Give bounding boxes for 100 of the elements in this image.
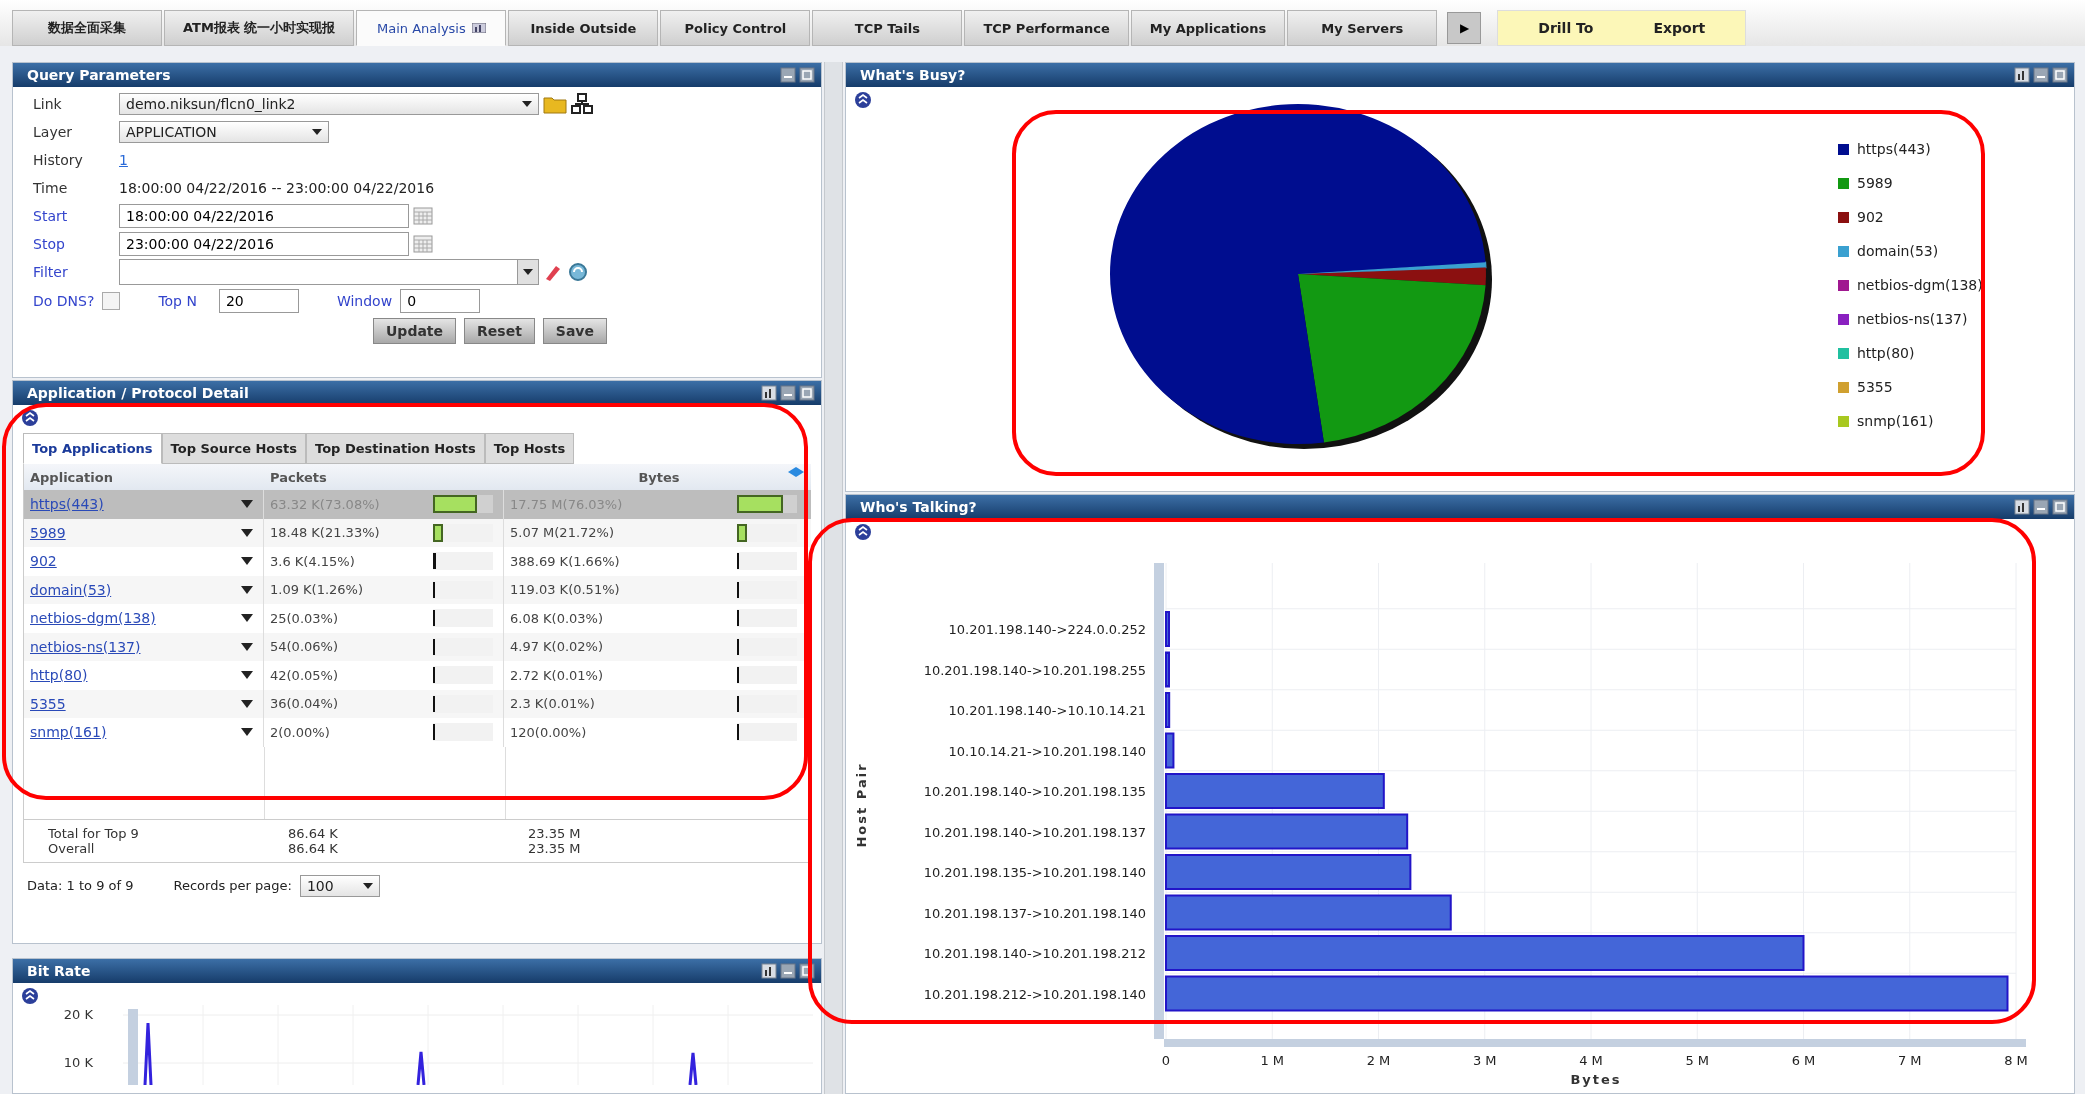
time-range: 18:00:00 04/22/2016 -- 23:00:00 04/22/2016 <box>119 179 435 196</box>
stop-field[interactable]: 23:00:00 04/22/2016 <box>119 231 409 256</box>
axis-tick-label: 10 K <box>63 1055 93 1070</box>
chart-icon <box>471 23 486 33</box>
application-link[interactable]: 902 <box>30 553 57 570</box>
table-cell: 18.48 K(21.33%) <box>270 525 380 541</box>
caret-icon <box>312 128 322 135</box>
minimize-icon[interactable] <box>2033 499 2049 515</box>
bar <box>1165 611 1170 647</box>
collapse-icon[interactable] <box>854 91 872 109</box>
navigation-tab[interactable]: TCP Tails <box>812 10 963 46</box>
application-link[interactable]: snmp(161) <box>30 724 107 741</box>
chart-icon[interactable] <box>2014 499 2030 515</box>
table-tab[interactable]: Top Applications <box>23 433 162 464</box>
axis-category-label: 10.201.198.135->10.201.198.140 <box>923 865 1146 880</box>
table-tab[interactable]: Top Hosts <box>484 433 575 464</box>
panel-title: Application / Protocol Detail <box>27 385 249 401</box>
collapse-icon[interactable] <box>21 987 39 1005</box>
table-cell: 25(0.03%) <box>270 610 338 626</box>
caret-icon[interactable] <box>241 614 253 623</box>
table-cell: 3.6 K(4.15%) <box>270 553 355 569</box>
form-button[interactable]: Reset <box>464 318 535 344</box>
navigation-tab[interactable]: Policy Control <box>660 10 811 46</box>
chart-icon[interactable] <box>761 963 777 979</box>
application-link[interactable]: 5355 <box>30 695 66 712</box>
navigation-tab[interactable]: 数据全面采集 <box>12 10 162 46</box>
caret-icon[interactable] <box>241 699 253 708</box>
table-tab[interactable]: Top Destination Hosts <box>306 433 485 464</box>
link-dropdown[interactable]: demo.niksun/flcn0_link2 <box>119 92 539 115</box>
navigation-tab[interactable]: TCP Performance <box>964 10 1129 46</box>
axis-tick-label: 8 M <box>2004 1053 2028 1068</box>
table-row[interactable]: 5989 18.48 K(21.33%) 5.07 M(21.72%) <box>24 518 811 547</box>
chart-icon[interactable] <box>2014 67 2030 83</box>
axis-tick-label: 7 M <box>1897 1053 1922 1068</box>
legend-label: 5355 <box>1857 379 1893 395</box>
maximize-icon[interactable] <box>799 385 815 401</box>
sort-icon[interactable] <box>787 466 805 478</box>
scroll-tabs-button[interactable]: ▶ <box>1447 12 1482 44</box>
application-link[interactable]: domain(53) <box>30 581 112 598</box>
panel-title: Query Parameters <box>27 67 171 83</box>
navigation-tab[interactable]: My Applications <box>1130 10 1286 46</box>
minimize-icon[interactable] <box>2033 67 2049 83</box>
axis-category-label: 10.201.198.140->10.201.198.212 <box>923 946 1146 961</box>
history-link[interactable]: 1 <box>119 151 128 168</box>
minimize-icon[interactable] <box>780 67 796 83</box>
table-cell: 119.03 K(0.51%) <box>510 582 620 598</box>
per-page-dropdown[interactable]: 100 <box>299 874 380 897</box>
axis-category-label: 10.201.198.137->10.201.198.140 <box>923 905 1146 921</box>
application-link[interactable]: netbios-ns(137) <box>30 638 141 655</box>
total-label: Overall <box>47 840 96 856</box>
panel-title: What's Busy? <box>860 67 966 83</box>
caret-icon[interactable] <box>241 557 253 566</box>
refresh-icon[interactable] <box>567 261 589 283</box>
navigation-tab[interactable]: ATM报表 统一小时实现报 <box>164 10 355 46</box>
form-button[interactable]: Save <box>542 318 607 344</box>
action-button[interactable]: Drill To <box>1528 16 1604 40</box>
navigation-tab[interactable]: My Servers <box>1287 10 1438 46</box>
application-link[interactable]: http(80) <box>30 667 88 684</box>
minimize-icon[interactable] <box>780 385 796 401</box>
action-button[interactable]: Export <box>1643 16 1716 40</box>
caret-icon[interactable] <box>241 642 253 651</box>
application-link[interactable]: 5989 <box>30 524 66 541</box>
table-cell: 1.09 K(1.26%) <box>270 582 364 598</box>
navigation-tab[interactable]: Main Analysis <box>356 10 507 46</box>
legend-label: https(443) <box>1857 141 1931 157</box>
maximize-icon[interactable] <box>2052 499 2068 515</box>
axis-category-label: 10.201.198.212->10.201.198.140 <box>923 986 1146 1002</box>
table-cell: 120(0.00%) <box>510 724 587 740</box>
application-link[interactable]: https(443) <box>30 496 104 513</box>
table-cell: 6.08 K(0.03%) <box>510 610 604 626</box>
collapse-icon[interactable] <box>854 523 872 541</box>
collapse-icon[interactable] <box>21 409 39 427</box>
minimize-icon[interactable] <box>780 963 796 979</box>
chart-icon[interactable] <box>761 385 777 401</box>
column-header[interactable]: Packets <box>264 469 504 485</box>
caret-icon[interactable] <box>241 728 253 737</box>
network-icon[interactable] <box>571 92 593 115</box>
maximize-icon[interactable] <box>2052 67 2068 83</box>
start-field[interactable]: 18:00:00 04/22/2016 <box>119 203 409 228</box>
caret-icon[interactable] <box>241 500 253 509</box>
caret-icon[interactable] <box>241 528 253 537</box>
table-tab[interactable]: Top Source Hosts <box>161 433 306 464</box>
column-header[interactable]: Application <box>24 469 264 485</box>
axis-tick-label: 5 M <box>1685 1053 1710 1068</box>
column-header[interactable]: Bytes <box>504 469 808 485</box>
window-field[interactable]: 0 <box>400 288 481 313</box>
application-link[interactable]: netbios-dgm(138) <box>30 610 156 627</box>
scrollbar[interactable] <box>824 62 843 1094</box>
layer-dropdown[interactable]: APPLICATION <box>119 120 329 143</box>
caret-icon <box>522 100 532 107</box>
axis-category-label: 10.201.198.140->10.201.198.137 <box>923 824 1146 840</box>
caret-icon[interactable] <box>241 671 253 680</box>
top-n-field[interactable]: 20 <box>218 288 299 313</box>
bar <box>1165 732 1175 769</box>
maximize-icon[interactable] <box>799 67 815 83</box>
navigation-tab[interactable]: Inside Outside <box>508 10 659 46</box>
caret-icon[interactable] <box>241 585 253 594</box>
dns-checkbox[interactable] <box>102 291 121 310</box>
filter-dropdown[interactable] <box>119 259 539 285</box>
form-button[interactable]: Update <box>373 318 457 344</box>
